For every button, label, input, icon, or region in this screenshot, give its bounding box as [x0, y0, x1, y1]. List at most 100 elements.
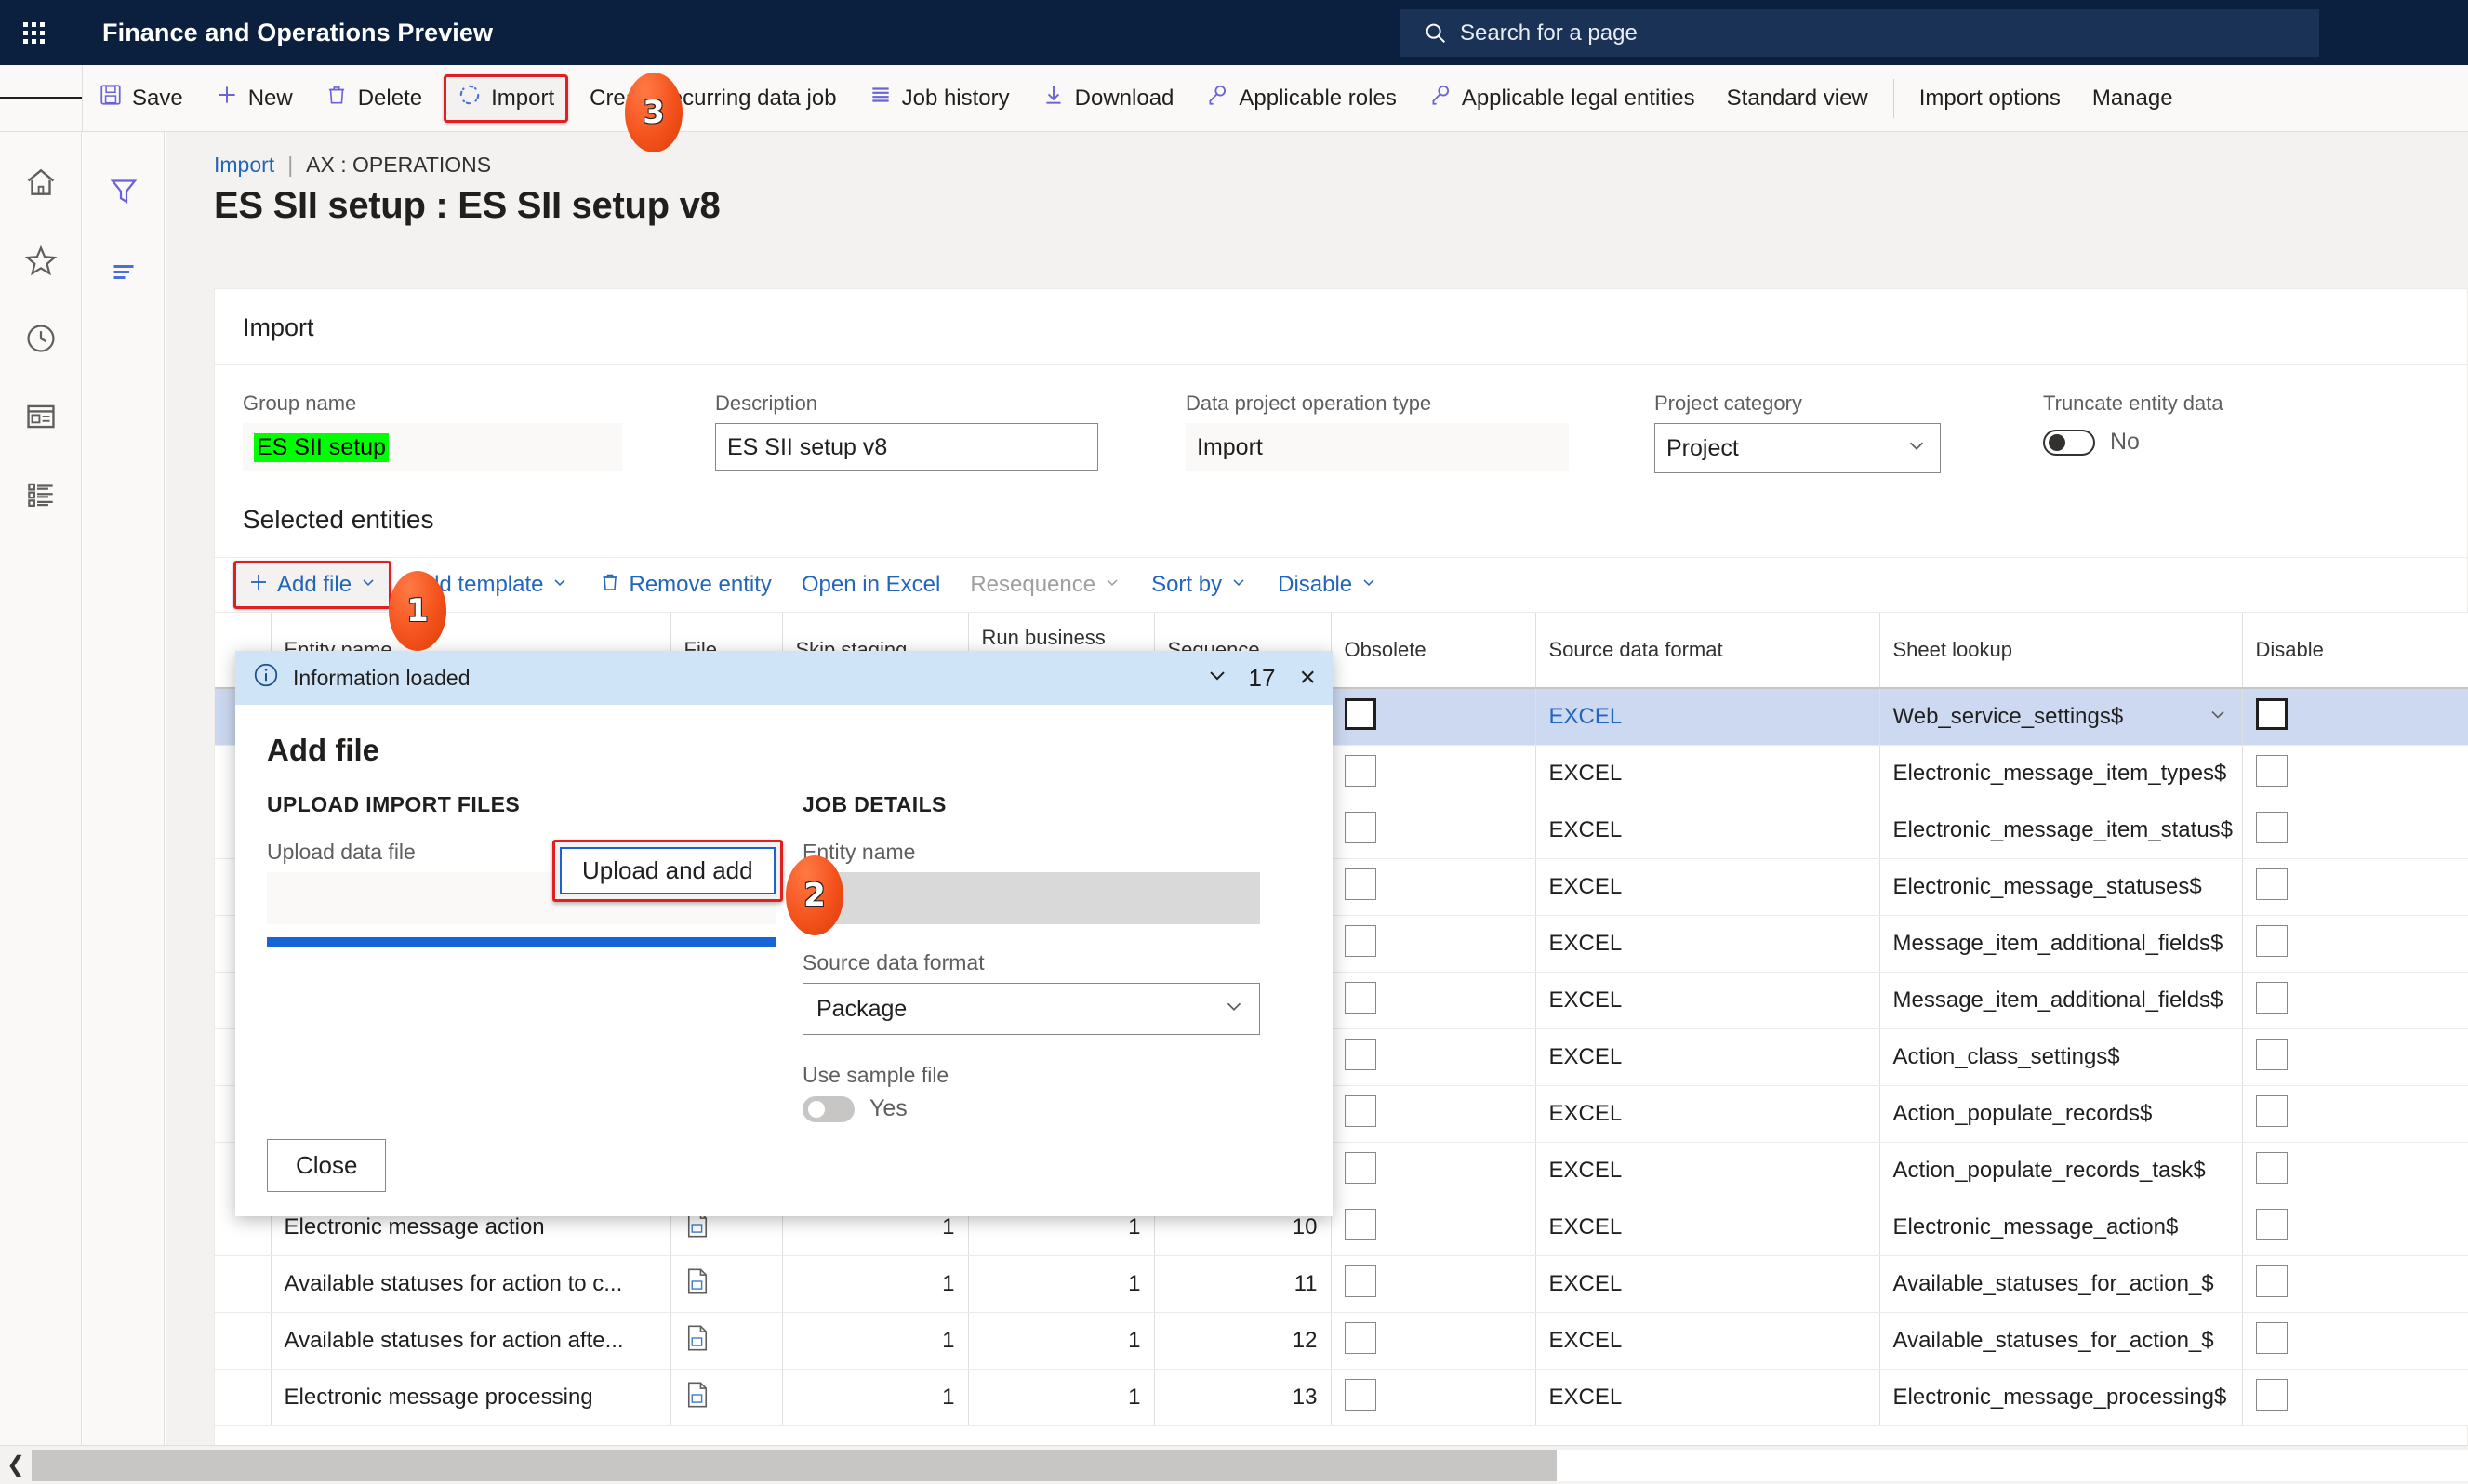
obsolete-checkbox[interactable]: [1344, 981, 1376, 1014]
cell-disable[interactable]: [2242, 915, 2468, 973]
cell-entity-name[interactable]: Electronic message processing: [271, 1369, 671, 1426]
open-in-excel-button[interactable]: Open in Excel: [789, 561, 953, 609]
cell-sheet-lookup[interactable]: Available_statuses_for_action_$: [1879, 1255, 2243, 1313]
cell-obsolete[interactable]: [1331, 915, 1536, 973]
cell-source-data-format[interactable]: EXCEL: [1535, 802, 1880, 859]
cell-disable[interactable]: [2242, 1312, 2468, 1370]
scroll-left-arrow[interactable]: ❮: [0, 1451, 32, 1478]
cell-obsolete[interactable]: [1331, 1028, 1536, 1086]
disable-checkbox[interactable]: [2255, 924, 2288, 957]
cell-disable[interactable]: [2242, 972, 2468, 1029]
filter-icon[interactable]: [102, 169, 145, 212]
cell-obsolete[interactable]: [1331, 745, 1536, 802]
row-handle[interactable]: [215, 1369, 272, 1426]
delete-button[interactable]: Delete: [309, 65, 438, 132]
obsolete-checkbox[interactable]: [1344, 1094, 1376, 1127]
obsolete-checkbox[interactable]: [1344, 868, 1376, 900]
obsolete-checkbox[interactable]: [1344, 1265, 1376, 1297]
cell-obsolete[interactable]: [1331, 972, 1536, 1029]
cell-source-data-format[interactable]: EXCEL: [1535, 1142, 1880, 1199]
cell-sheet-lookup[interactable]: Available_statuses_for_action_$: [1879, 1312, 2243, 1370]
cell-file[interactable]: [670, 1312, 783, 1370]
applicable-legal-entities-button[interactable]: Applicable legal entities: [1413, 65, 1711, 132]
table-row[interactable]: Electronic message processing 1 1 13 EXCEL El…: [215, 1369, 2468, 1426]
obsolete-checkbox[interactable]: [1344, 1208, 1376, 1240]
cell-sheet-lookup[interactable]: Electronic_message_item_status$: [1879, 802, 2243, 859]
row-handle[interactable]: [215, 1312, 272, 1370]
col-disable[interactable]: Disable: [2242, 613, 2468, 689]
cell-source-data-format[interactable]: EXCEL: [1535, 915, 1880, 973]
import-options-tab[interactable]: Import options: [1904, 65, 2077, 132]
cell-skip-staging[interactable]: 1: [782, 1369, 969, 1426]
col-obsolete[interactable]: Obsolete: [1331, 613, 1536, 689]
use-sample-file-toggle[interactable]: [803, 1095, 855, 1122]
cell-sheet-lookup[interactable]: Electronic_message_processing$: [1879, 1369, 2243, 1426]
close-button[interactable]: Close: [267, 1139, 387, 1192]
cell-sheet-lookup[interactable]: Electronic_message_item_types$: [1879, 745, 2243, 802]
disable-checkbox[interactable]: [2255, 1151, 2288, 1184]
cell-sheet-lookup[interactable]: Message_item_additional_fields$: [1879, 915, 2243, 973]
cell-source-data-format[interactable]: EXCEL: [1535, 1255, 1880, 1313]
obsolete-checkbox[interactable]: [1344, 754, 1376, 787]
cell-run-business-logic[interactable]: 1: [968, 1369, 1155, 1426]
disable-checkbox[interactable]: [2255, 697, 2288, 730]
description-input[interactable]: ES SII setup v8: [715, 423, 1098, 471]
applicable-roles-button[interactable]: Applicable roles: [1189, 65, 1412, 132]
cell-entity-name[interactable]: Available statuses for action afte...: [271, 1312, 671, 1370]
cell-source-data-format[interactable]: EXCEL: [1535, 1199, 1880, 1256]
row-handle[interactable]: [215, 1255, 272, 1313]
cell-obsolete[interactable]: [1331, 688, 1536, 746]
search-input[interactable]: Search for a page: [1400, 9, 2319, 57]
cell-disable[interactable]: [2242, 858, 2468, 916]
cell-source-data-format[interactable]: EXCEL: [1535, 972, 1880, 1029]
disable-checkbox[interactable]: [2255, 981, 2288, 1014]
show-list-icon[interactable]: [102, 249, 145, 292]
disable-checkbox[interactable]: [2255, 1094, 2288, 1127]
cell-skip-staging[interactable]: 1: [782, 1312, 969, 1370]
disable-checkbox[interactable]: [2255, 754, 2288, 787]
cell-disable[interactable]: [2242, 745, 2468, 802]
cell-sheet-lookup[interactable]: Action_class_settings$: [1879, 1028, 2243, 1086]
standard-view-button[interactable]: Standard view: [1711, 65, 1884, 132]
workspace-icon[interactable]: [19, 394, 63, 439]
disable-checkbox[interactable]: [2255, 1321, 2288, 1354]
cell-entity-name[interactable]: Available statuses for action to c...: [271, 1255, 671, 1313]
disable-button[interactable]: Disable: [1265, 561, 1391, 609]
cell-obsolete[interactable]: [1331, 802, 1536, 859]
modules-icon[interactable]: [19, 472, 63, 517]
add-file-button[interactable]: Add file: [233, 561, 392, 609]
resequence-button[interactable]: Resequence: [957, 561, 1134, 609]
nav-menu-button[interactable]: [0, 65, 82, 132]
cell-disable[interactable]: [2242, 1142, 2468, 1199]
obsolete-checkbox[interactable]: [1344, 1038, 1376, 1070]
cell-disable[interactable]: [2242, 1255, 2468, 1313]
source-data-format-select[interactable]: Package: [803, 983, 1260, 1035]
cell-obsolete[interactable]: [1331, 1312, 1536, 1370]
col-source-data-format[interactable]: Source data format: [1535, 613, 1880, 689]
cell-skip-staging[interactable]: 1: [782, 1255, 969, 1313]
cell-disable[interactable]: [2242, 688, 2468, 746]
obsolete-checkbox[interactable]: [1344, 697, 1376, 730]
disable-checkbox[interactable]: [2255, 811, 2288, 843]
cell-source-data-format[interactable]: EXCEL: [1535, 1312, 1880, 1370]
cell-sheet-lookup[interactable]: Web_service_settings$: [1879, 688, 2243, 746]
disable-checkbox[interactable]: [2255, 1208, 2288, 1240]
cell-sequence[interactable]: 12: [1154, 1312, 1332, 1370]
cell-sheet-lookup[interactable]: Action_populate_records_task$: [1879, 1142, 2243, 1199]
cell-sheet-lookup[interactable]: Electronic_message_action$: [1879, 1199, 2243, 1256]
project-category-select[interactable]: Project: [1654, 423, 1941, 473]
new-button[interactable]: New: [199, 65, 309, 132]
cell-file[interactable]: [670, 1255, 783, 1313]
cell-run-business-logic[interactable]: 1: [968, 1255, 1155, 1313]
breadcrumb-link-import[interactable]: Import: [214, 152, 274, 178]
obsolete-checkbox[interactable]: [1344, 1378, 1376, 1411]
save-button[interactable]: Save: [83, 65, 199, 132]
download-button[interactable]: Download: [1026, 65, 1190, 132]
obsolete-checkbox[interactable]: [1344, 924, 1376, 957]
app-launcher-button[interactable]: [0, 0, 67, 65]
cell-sheet-lookup[interactable]: Electronic_message_statuses$: [1879, 858, 2243, 916]
cell-obsolete[interactable]: [1331, 858, 1536, 916]
upload-and-add-button[interactable]: Upload and add: [560, 847, 776, 894]
cell-disable[interactable]: [2242, 1369, 2468, 1426]
create-recurring-data-job-button[interactable]: Create recurring data job: [574, 65, 852, 132]
